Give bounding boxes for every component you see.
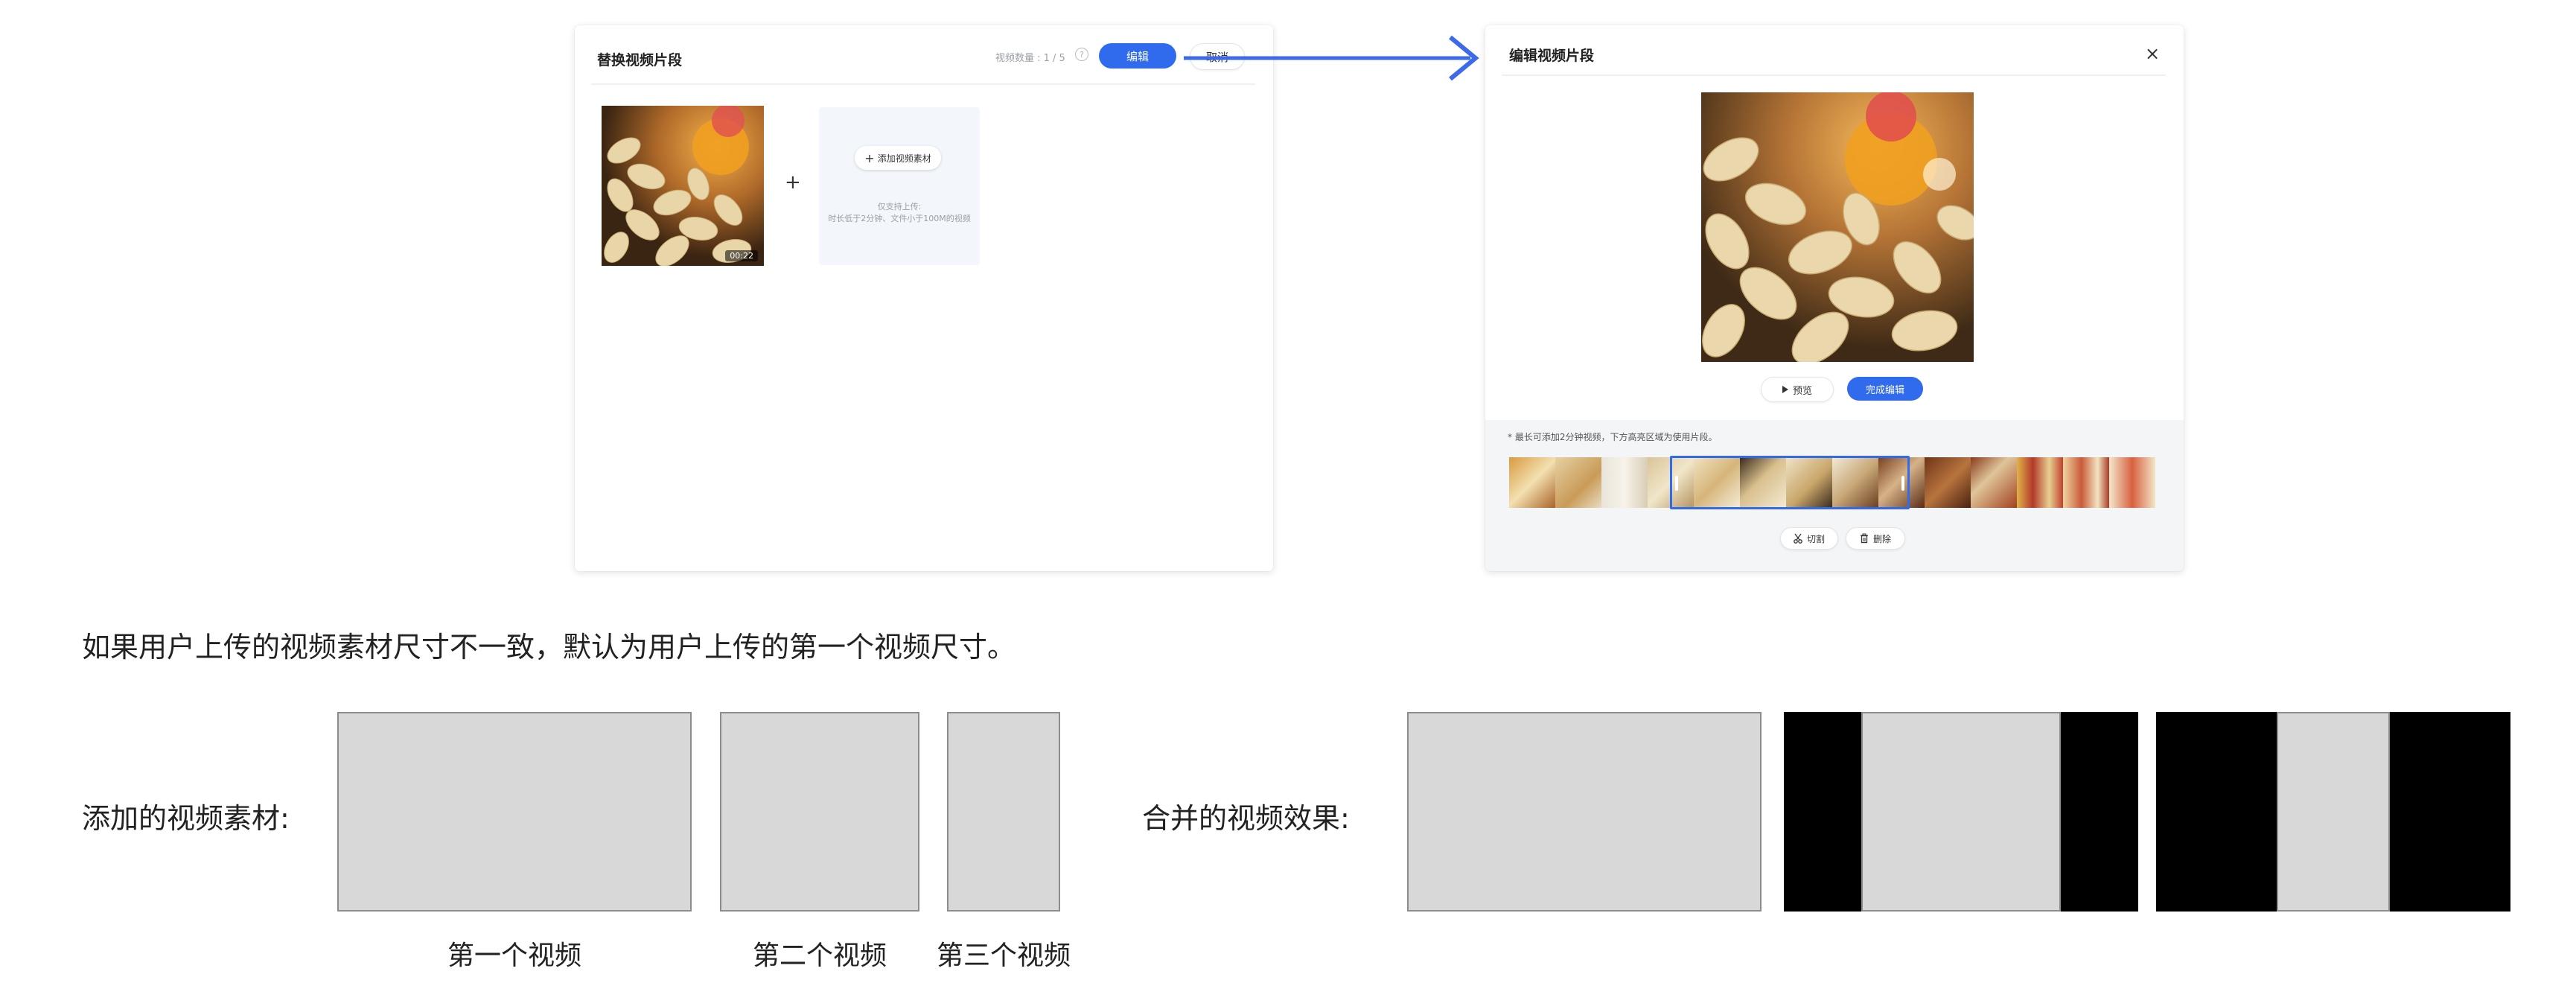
header-divider bbox=[591, 83, 1255, 85]
dialog-title: 编辑视频片段 bbox=[1509, 48, 1595, 64]
third-video-caption: 第三个视频 bbox=[936, 941, 1071, 971]
header-divider bbox=[1502, 74, 2166, 76]
added-videos-label: 添加的视频素材: bbox=[82, 802, 290, 835]
add-video-label: 添加视频素材 bbox=[877, 153, 931, 164]
add-video-button[interactable]: + 添加视频素材 bbox=[855, 146, 941, 170]
play-icon bbox=[1782, 386, 1788, 393]
merged-result-label: 合并的视频效果: bbox=[1142, 802, 1350, 835]
close-icon[interactable]: × bbox=[2145, 43, 2160, 64]
timeline-area: * 最长可添加2分钟视频，下方高亮区域为使用片段。 切割 删除 bbox=[1485, 420, 2184, 571]
second-video-caption: 第二个视频 bbox=[752, 941, 887, 971]
video-preview bbox=[1701, 92, 1974, 362]
upload-hint-line: 仅支持上传: bbox=[877, 202, 922, 211]
preview-label: 预览 bbox=[1792, 385, 1812, 397]
third-video-placeholder bbox=[947, 712, 1060, 912]
merged-second-video-frame bbox=[1784, 712, 2138, 912]
edit-button[interactable]: 编辑 bbox=[1099, 43, 1176, 69]
plus-icon: + bbox=[785, 171, 801, 194]
plus-icon: + bbox=[864, 150, 875, 165]
help-icon[interactable]: ? bbox=[1075, 48, 1088, 61]
second-video-placeholder bbox=[720, 712, 919, 912]
merged-third-video bbox=[2277, 712, 2390, 912]
add-video-dropzone[interactable]: + 添加视频素材 仅支持上传: 时长低于2分钟、文件小于100M的视频 bbox=[819, 107, 980, 265]
cashew-image bbox=[602, 106, 764, 266]
first-video-caption: 第一个视频 bbox=[447, 941, 581, 971]
cut-label: 切割 bbox=[1806, 533, 1825, 544]
timeline-frame bbox=[1555, 457, 1601, 508]
cut-button[interactable]: 切割 bbox=[1780, 527, 1838, 550]
delete-label: 删除 bbox=[1872, 533, 1891, 544]
selection-end-handle[interactable] bbox=[1901, 476, 1904, 491]
first-video-placeholder bbox=[337, 712, 692, 912]
arrow-icon bbox=[1184, 35, 1479, 81]
delete-button[interactable]: 删除 bbox=[1846, 527, 1905, 550]
timeline-frame bbox=[1601, 457, 1648, 508]
scissors-icon bbox=[1794, 533, 1802, 544]
timeline-frame bbox=[2109, 457, 2155, 508]
finish-edit-button[interactable]: 完成编辑 bbox=[1847, 377, 1923, 401]
preview-button[interactable]: 预览 bbox=[1761, 377, 1834, 402]
timeline-frame bbox=[1509, 457, 1555, 508]
replace-clip-dialog: 替换视频片段 视频数量 : 1 / 5 ? 编辑 取消 bbox=[575, 25, 1273, 571]
upload-hint-line: 时长低于2分钟、文件小于100M的视频 bbox=[828, 214, 971, 223]
selection-start-handle[interactable] bbox=[1675, 476, 1678, 491]
timeline-note: * 最长可添加2分钟视频，下方高亮区域为使用片段。 bbox=[1508, 432, 1718, 442]
merged-third-video-frame bbox=[2156, 712, 2510, 912]
video-clip-thumbnail[interactable]: 00:22 bbox=[602, 106, 764, 266]
size-rule-note: 如果用户上传的视频素材尺寸不一致，默认为用户上传的第一个视频尺寸。 bbox=[82, 631, 1016, 664]
merged-first-video bbox=[1407, 712, 1762, 912]
merged-second-video bbox=[1861, 712, 2061, 912]
video-count-label: 视频数量 : 1 / 5 bbox=[995, 53, 1065, 64]
timeline-frame bbox=[1971, 457, 2017, 508]
cashew-image bbox=[1701, 92, 1974, 362]
timeline-frame bbox=[2063, 457, 2109, 508]
upload-hint: 仅支持上传: 时长低于2分钟、文件小于100M的视频 bbox=[819, 201, 980, 225]
timeline-selection[interactable] bbox=[1670, 456, 1910, 509]
dialog-title: 替换视频片段 bbox=[597, 52, 683, 69]
edit-clip-dialog: 编辑视频片段 × 预览 完成编辑 * 最长可添加2分钟视频，下方高亮区域为使用片… bbox=[1485, 25, 2184, 571]
trash-icon bbox=[1860, 533, 1868, 544]
timeline-frame bbox=[2017, 457, 2063, 508]
duration-badge: 00:22 bbox=[725, 250, 758, 261]
timeline-frame bbox=[1925, 457, 1971, 508]
